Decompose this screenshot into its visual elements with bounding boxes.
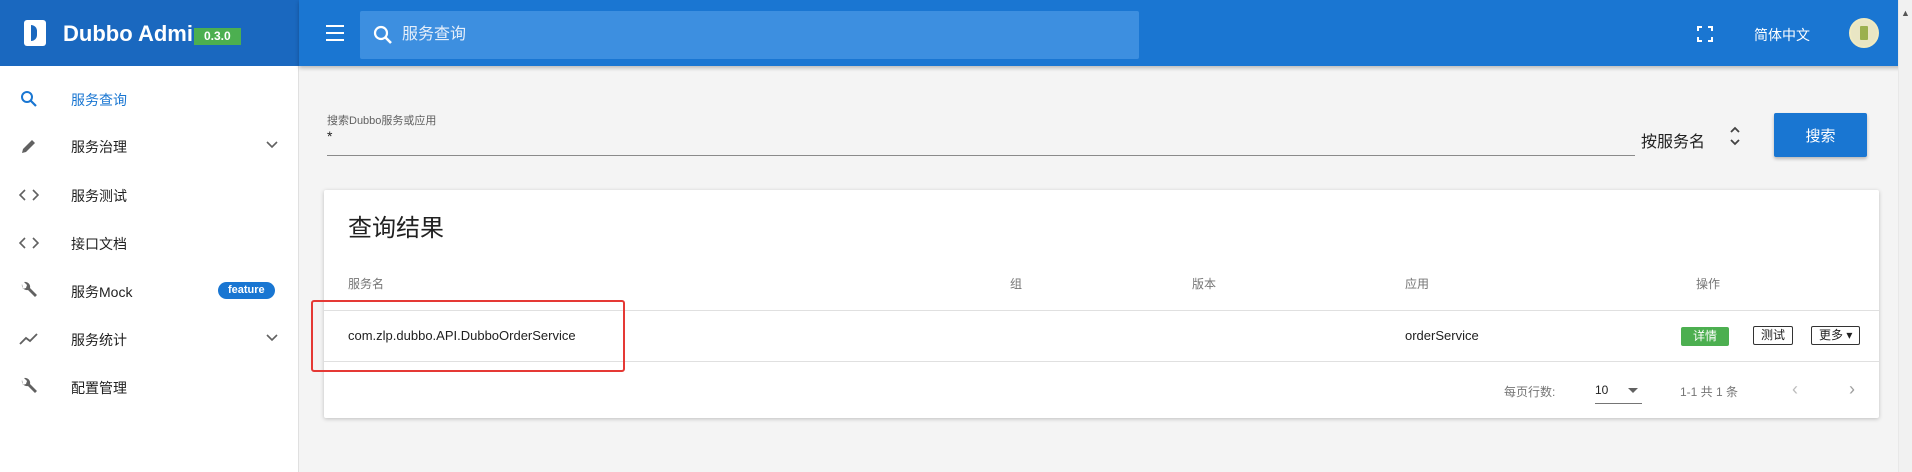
- more-button[interactable]: 更多 ▾: [1811, 326, 1861, 345]
- version-badge: 0.3.0: [194, 28, 241, 45]
- caret-down-icon: ▾: [1846, 328, 1853, 342]
- results-card: 查询结果 服务名 组 版本 应用 操作 com.zlp.dubbo.API.Du…: [311, 190, 1879, 418]
- sidebar-item-service-stats[interactable]: 服务统计: [0, 315, 298, 363]
- chevron-left-icon[interactable]: ‹: [1792, 379, 1798, 400]
- sidebar-item-label: 服务治理: [71, 139, 127, 155]
- sidebar-item-service-mock[interactable]: 服务Mock feature: [0, 267, 298, 315]
- feature-badge: feature: [218, 282, 275, 299]
- chevron-down-icon[interactable]: [263, 329, 281, 347]
- sidebar-item-config-management[interactable]: 配置管理: [0, 363, 298, 411]
- more-button-label: 更多: [1819, 328, 1844, 342]
- sidebar-item-service-test[interactable]: 服务测试: [0, 171, 298, 219]
- unfold-icon[interactable]: [1728, 123, 1742, 149]
- test-button[interactable]: 测试: [1753, 326, 1794, 345]
- column-header-version[interactable]: 版本: [1192, 275, 1216, 292]
- scroll-up-arrow-icon[interactable]: ▲: [1901, 8, 1910, 18]
- menu-icon[interactable]: [323, 21, 347, 45]
- top-app-bar: 简体中文: [299, 0, 1912, 66]
- results-title: 查询结果: [348, 215, 444, 242]
- code-icon: [17, 231, 41, 255]
- app-title: Dubbo Admin: [63, 21, 207, 46]
- dubbo-logo-icon: [24, 20, 46, 46]
- sidebar-item-api-docs[interactable]: 接口文档: [0, 219, 298, 267]
- chevron-right-icon[interactable]: ›: [1849, 379, 1855, 400]
- rows-per-page-select[interactable]: 10: [1595, 383, 1608, 397]
- wrench-icon: [17, 279, 41, 303]
- wrench-icon: [17, 375, 41, 399]
- search-field-label: 搜索Dubbo服务或应用: [327, 115, 437, 127]
- chevron-down-icon[interactable]: [263, 136, 281, 154]
- search-field-input[interactable]: *: [327, 128, 332, 144]
- detail-button[interactable]: 详情: [1681, 327, 1730, 346]
- page-scrollbar[interactable]: [1898, 0, 1912, 472]
- column-header-application[interactable]: 应用: [1405, 275, 1429, 292]
- global-search[interactable]: [360, 11, 1139, 59]
- search-type-select[interactable]: 按服务名: [1641, 128, 1705, 152]
- sidebar-item-label: 服务测试: [71, 188, 127, 204]
- pencil-icon: [17, 134, 41, 158]
- page-info: 1-1 共 1 条: [1680, 385, 1739, 399]
- brand-header: Dubbo Admin 0.3.0: [0, 0, 299, 66]
- column-header-group[interactable]: 组: [1010, 275, 1022, 292]
- code-icon: [17, 183, 41, 207]
- sidebar-item-label: 接口文档: [71, 236, 127, 252]
- rows-per-page-label: 每页行数:: [1504, 385, 1556, 399]
- application-cell: orderService: [1405, 328, 1479, 343]
- sidebar-item-service-governance[interactable]: 服务治理: [0, 122, 298, 170]
- sidebar-item-label: 配置管理: [71, 380, 127, 396]
- rows-per-page-underline: [1595, 403, 1642, 404]
- sidebar-item-service-search[interactable]: 服务查询: [0, 75, 298, 123]
- language-switch-button[interactable]: 简体中文: [1754, 25, 1810, 45]
- search-icon: [17, 87, 41, 111]
- search-button[interactable]: 搜索: [1774, 113, 1867, 157]
- search-field-underline: [327, 155, 1635, 156]
- fullscreen-icon[interactable]: [1697, 26, 1713, 42]
- column-header-actions: 操作: [1696, 277, 1721, 291]
- sidebar-item-label: 服务Mock: [71, 284, 133, 300]
- highlight-annotation-box: [311, 300, 625, 372]
- global-search-input[interactable]: [400, 21, 1100, 49]
- caret-down-icon[interactable]: [1628, 388, 1638, 393]
- column-header-service[interactable]: 服务名: [348, 275, 384, 292]
- avatar[interactable]: [1849, 18, 1879, 48]
- sidebar-item-label: 服务统计: [71, 332, 127, 348]
- trending-up-icon: [17, 327, 41, 351]
- sidebar-item-label: 服务查询: [71, 92, 127, 108]
- search-icon: [372, 24, 394, 46]
- sidebar: Dubbo Admin 0.3.0 服务查询 服务治理 服务测试 接口文档 服务…: [0, 0, 299, 472]
